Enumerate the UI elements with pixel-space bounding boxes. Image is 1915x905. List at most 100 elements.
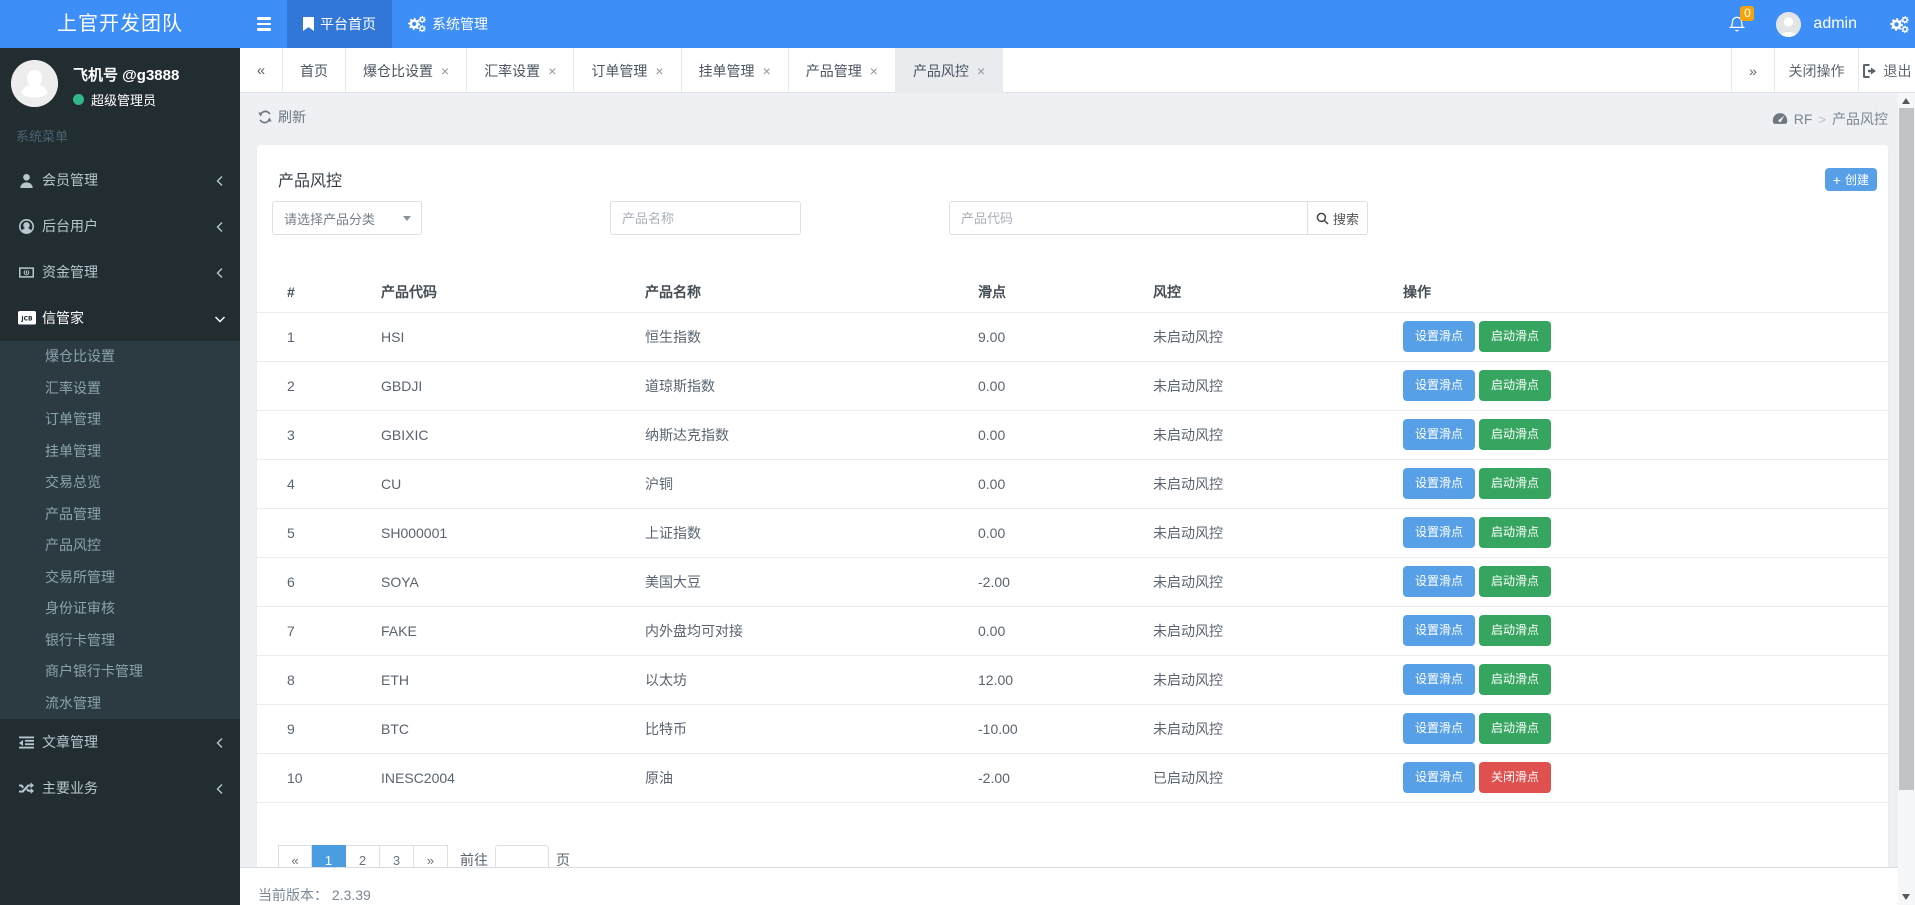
tab-5[interactable]: 产品管理 × (789, 48, 896, 93)
submenu-item-9[interactable]: 银行卡管理 (0, 625, 240, 657)
tab-close-icon[interactable]: × (763, 63, 771, 79)
submenu-item-4[interactable]: 交易总览 (0, 467, 240, 499)
table-row-2: 3 GBIXIC 纳斯达克指数 0.00 未启动风控 设置滑点 启动滑点 (257, 410, 1888, 460)
submenu-item-3[interactable]: 挂单管理 (0, 436, 240, 468)
cogs-icon (408, 15, 426, 33)
action-button-启动滑点[interactable]: 启动滑点 (1479, 468, 1552, 499)
notifications-button[interactable]: 0 (1728, 0, 1756, 48)
tab-4[interactable]: 挂单管理 × (682, 48, 789, 93)
submenu-item-2[interactable]: 订单管理 (0, 404, 240, 436)
tab-close-icon[interactable]: × (655, 63, 663, 79)
action-button-启动滑点[interactable]: 启动滑点 (1479, 566, 1552, 597)
table-row-3: 4 CU 沪铜 0.00 未启动风控 设置滑点 启动滑点 (257, 459, 1888, 509)
tab-3[interactable]: 订单管理 × (574, 48, 682, 93)
action-button-启动滑点[interactable]: 启动滑点 (1479, 615, 1552, 646)
page-button-1[interactable]: 1 (312, 845, 346, 867)
sidebar-item-3[interactable]: JCB 信管家 (0, 295, 240, 341)
chevron-left-icon (214, 736, 226, 748)
brand-logo[interactable]: 上官开发团队 (0, 0, 240, 48)
sidebar-item-5[interactable]: 主要业务 (0, 765, 240, 811)
user-menu[interactable]: admin (1756, 0, 1871, 48)
action-button-设置滑点[interactable]: 设置滑点 (1403, 664, 1476, 695)
product-code-input[interactable] (949, 201, 1307, 235)
page-button-2[interactable]: 2 (346, 845, 380, 867)
page-prev-button[interactable]: « (278, 845, 312, 867)
tab-close-icon[interactable]: × (977, 63, 985, 79)
submenu-item-1[interactable]: 汇率设置 (0, 373, 240, 405)
action-button-设置滑点[interactable]: 设置滑点 (1403, 517, 1476, 548)
top-nav-item-0[interactable]: 平台首页 (287, 0, 392, 48)
sidebar-item-0[interactable]: 会员管理 (0, 157, 240, 203)
tabs-scroll-right-button[interactable]: » (1731, 48, 1774, 93)
submenu-item-10[interactable]: 商户银行卡管理 (0, 656, 240, 688)
product-name-input[interactable] (610, 201, 801, 235)
submenu-item-6[interactable]: 产品风控 (0, 530, 240, 562)
action-button-设置滑点[interactable]: 设置滑点 (1403, 419, 1476, 450)
action-button-关闭滑点[interactable]: 关闭滑点 (1479, 762, 1552, 793)
page-next-button[interactable]: » (414, 845, 448, 867)
tabs-scroll-left-button[interactable]: « (240, 48, 283, 93)
tab-close-icon[interactable]: × (441, 63, 449, 79)
action-button-启动滑点[interactable]: 启动滑点 (1479, 517, 1552, 548)
panel-card: 产品风控 +创建 请选择产品分类 搜索 (257, 145, 1888, 867)
cell-code: GBDJI (381, 361, 645, 411)
cell-index: 7 (257, 606, 381, 656)
scroll-down-arrow-icon[interactable] (1902, 894, 1910, 900)
submenu-item-8[interactable]: 身份证审核 (0, 593, 240, 625)
action-button-启动滑点[interactable]: 启动滑点 (1479, 321, 1552, 352)
action-button-设置滑点[interactable]: 设置滑点 (1403, 370, 1476, 401)
tab-1[interactable]: 爆仓比设置 × (346, 48, 468, 93)
action-button-设置滑点[interactable]: 设置滑点 (1403, 566, 1476, 597)
action-button-启动滑点[interactable]: 启动滑点 (1479, 664, 1552, 695)
submenu-item-7[interactable]: 交易所管理 (0, 562, 240, 594)
action-button-启动滑点[interactable]: 启动滑点 (1479, 713, 1552, 744)
settings-button[interactable] (1871, 0, 1915, 48)
page-button-3[interactable]: 3 (380, 845, 414, 867)
action-button-设置滑点[interactable]: 设置滑点 (1403, 615, 1476, 646)
action-button-设置滑点[interactable]: 设置滑点 (1403, 762, 1476, 793)
sidebar-item-2[interactable]: 0 资金管理 (0, 249, 240, 295)
top-nav-item-1[interactable]: 系统管理 (392, 0, 504, 48)
create-button[interactable]: + 创建 (1824, 168, 1877, 191)
tab-2[interactable]: 汇率设置 × (467, 48, 575, 93)
sidebar-user-status[interactable]: 超级管理员 (73, 90, 156, 109)
action-button-设置滑点[interactable]: 设置滑点 (1403, 321, 1476, 352)
col-header-3: 滑点 (978, 273, 1153, 313)
tab-6[interactable]: 产品风控 × (895, 48, 1004, 93)
refresh-label: 刷新 (278, 109, 306, 125)
cell-index: 10 (257, 753, 381, 803)
goto-page-input[interactable] (495, 845, 549, 867)
cell-code: BTC (381, 704, 645, 754)
action-button-启动滑点[interactable]: 启动滑点 (1479, 419, 1552, 450)
scrollbar[interactable] (1898, 93, 1915, 905)
sidebar-item-4[interactable]: 文章管理 (0, 719, 240, 765)
tab-close-icon[interactable]: × (870, 63, 878, 79)
search-button[interactable]: 搜索 (1307, 201, 1368, 235)
action-button-设置滑点[interactable]: 设置滑点 (1403, 713, 1476, 744)
logout-button[interactable]: 退出 (1858, 48, 1915, 93)
scroll-up-arrow-icon[interactable] (1902, 98, 1910, 104)
submenu-item-5[interactable]: 产品管理 (0, 499, 240, 531)
action-button-设置滑点[interactable]: 设置滑点 (1403, 468, 1476, 499)
sidebar-item-label: 会员管理 (42, 172, 98, 188)
breadcrumb-root[interactable]: RF (1794, 111, 1813, 127)
close-operations-button[interactable]: 关闭操作 (1774, 48, 1858, 93)
sidebar-item-label: 后台用户 (42, 218, 98, 234)
submenu-item-11[interactable]: 流水管理 (0, 688, 240, 720)
action-button-启动滑点[interactable]: 启动滑点 (1479, 370, 1552, 401)
refresh-icon (258, 110, 272, 124)
sidebar-toggle-button[interactable] (240, 0, 287, 48)
refresh-button[interactable]: 刷新 (258, 107, 306, 127)
submenu-item-0[interactable]: 爆仓比设置 (0, 341, 240, 373)
sidebar-item-1[interactable]: 后台用户 (0, 203, 240, 249)
cell-code: SH000001 (381, 508, 645, 558)
cell-name: 恒生指数 (645, 312, 978, 362)
scrollbar-thumb[interactable] (1899, 108, 1914, 790)
tab-close-icon[interactable]: × (548, 63, 556, 79)
category-select[interactable]: 请选择产品分类 (272, 201, 422, 235)
plus-icon: + (1832, 171, 1841, 188)
tab-0[interactable]: 首页 (283, 48, 346, 93)
cell-code: ETH (381, 655, 645, 705)
col-header-4: 风控 (1153, 273, 1403, 313)
sidebar-submenu: 爆仓比设置 汇率设置 订单管理 挂单管理 交易总览 产品管理 产品风控 交易所管理 身份证审核银… (0, 341, 240, 719)
